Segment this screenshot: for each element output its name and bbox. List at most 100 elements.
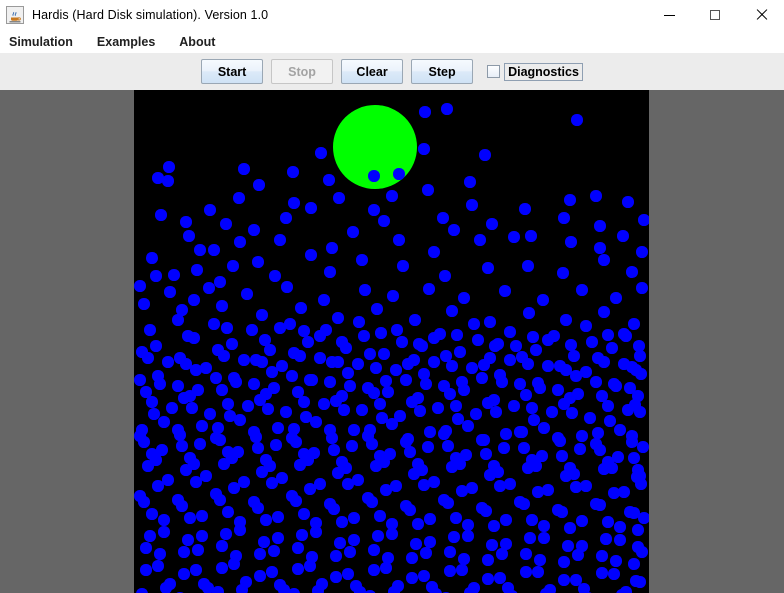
particle bbox=[468, 318, 480, 330]
particle bbox=[216, 562, 228, 574]
minimize-icon bbox=[663, 14, 675, 16]
particle bbox=[248, 496, 260, 508]
particle bbox=[316, 578, 328, 590]
particle bbox=[612, 451, 624, 463]
particle bbox=[472, 334, 484, 346]
particle bbox=[486, 218, 498, 230]
particle bbox=[630, 364, 642, 376]
particle bbox=[258, 536, 270, 548]
particle bbox=[448, 224, 460, 236]
maximize-button[interactable] bbox=[692, 0, 738, 30]
particle bbox=[446, 360, 458, 372]
particle bbox=[634, 576, 646, 588]
particle bbox=[525, 230, 537, 242]
particle bbox=[183, 230, 195, 242]
particle bbox=[584, 412, 596, 424]
particle bbox=[234, 414, 246, 426]
particle bbox=[518, 442, 530, 454]
particle bbox=[306, 374, 318, 386]
particle bbox=[564, 462, 576, 474]
particle bbox=[266, 566, 278, 578]
particle bbox=[598, 254, 610, 266]
particle bbox=[296, 529, 308, 541]
particle bbox=[348, 534, 360, 546]
particle bbox=[576, 430, 588, 442]
close-button[interactable] bbox=[738, 0, 784, 30]
particle bbox=[382, 386, 394, 398]
particle bbox=[324, 424, 336, 436]
particle bbox=[446, 305, 458, 317]
particle bbox=[422, 441, 434, 453]
particle bbox=[488, 460, 500, 472]
diagnostics-checkbox-group[interactable]: Diagnostics bbox=[487, 62, 583, 81]
particle bbox=[256, 309, 268, 321]
particle bbox=[310, 416, 322, 428]
maximize-icon bbox=[710, 10, 720, 20]
particle bbox=[565, 339, 577, 351]
diagnostics-checkbox[interactable] bbox=[487, 65, 501, 78]
particle bbox=[534, 382, 546, 394]
java-coffee-cup-icon bbox=[6, 6, 24, 24]
particle bbox=[184, 512, 196, 524]
particle bbox=[356, 254, 368, 266]
particle bbox=[480, 448, 492, 460]
particle bbox=[320, 324, 332, 336]
particle bbox=[234, 524, 246, 536]
content-area bbox=[0, 90, 784, 593]
particle bbox=[155, 209, 167, 221]
particle bbox=[514, 496, 526, 508]
particle bbox=[248, 224, 260, 236]
particle bbox=[442, 440, 454, 452]
particle bbox=[346, 440, 358, 452]
particle bbox=[437, 212, 449, 224]
particle bbox=[396, 336, 408, 348]
particle bbox=[348, 512, 360, 524]
particle bbox=[626, 430, 638, 442]
minimize-button[interactable] bbox=[646, 0, 692, 30]
particle bbox=[305, 202, 317, 214]
menu-item-simulation[interactable]: Simulation bbox=[7, 33, 82, 51]
menu-item-about[interactable]: About bbox=[177, 33, 224, 51]
particle bbox=[378, 215, 390, 227]
diagnostics-label[interactable]: Diagnostics bbox=[504, 62, 583, 81]
particle bbox=[634, 350, 646, 362]
particle bbox=[212, 586, 224, 593]
particle bbox=[520, 566, 532, 578]
particle bbox=[228, 558, 240, 570]
particle bbox=[558, 212, 570, 224]
simulation-canvas[interactable] bbox=[134, 90, 649, 593]
particle bbox=[364, 348, 376, 360]
particle bbox=[362, 430, 374, 442]
particle bbox=[332, 356, 344, 368]
step-button[interactable]: Step bbox=[411, 59, 474, 84]
particle bbox=[142, 352, 154, 364]
particle bbox=[500, 538, 512, 550]
particle bbox=[412, 392, 424, 404]
particle bbox=[610, 380, 622, 392]
particle bbox=[564, 194, 576, 206]
particle bbox=[368, 204, 380, 216]
particle bbox=[552, 384, 564, 396]
particle bbox=[338, 404, 350, 416]
particle bbox=[146, 396, 158, 408]
particle bbox=[146, 448, 158, 460]
particle bbox=[340, 342, 352, 354]
particle bbox=[218, 350, 230, 362]
particle bbox=[514, 426, 526, 438]
particle bbox=[390, 480, 402, 492]
particle bbox=[146, 508, 158, 520]
particle bbox=[594, 242, 606, 254]
particle bbox=[482, 573, 494, 585]
particle bbox=[134, 280, 146, 292]
clear-button[interactable]: Clear bbox=[341, 59, 404, 84]
particle bbox=[166, 402, 178, 414]
particle bbox=[286, 370, 298, 382]
menu-item-examples[interactable]: Examples bbox=[95, 33, 164, 51]
particle bbox=[499, 285, 511, 297]
particle bbox=[274, 234, 286, 246]
start-button[interactable]: Start bbox=[201, 59, 264, 84]
particle bbox=[420, 378, 432, 390]
particle bbox=[318, 294, 330, 306]
particle bbox=[414, 405, 426, 417]
particle bbox=[194, 244, 206, 256]
